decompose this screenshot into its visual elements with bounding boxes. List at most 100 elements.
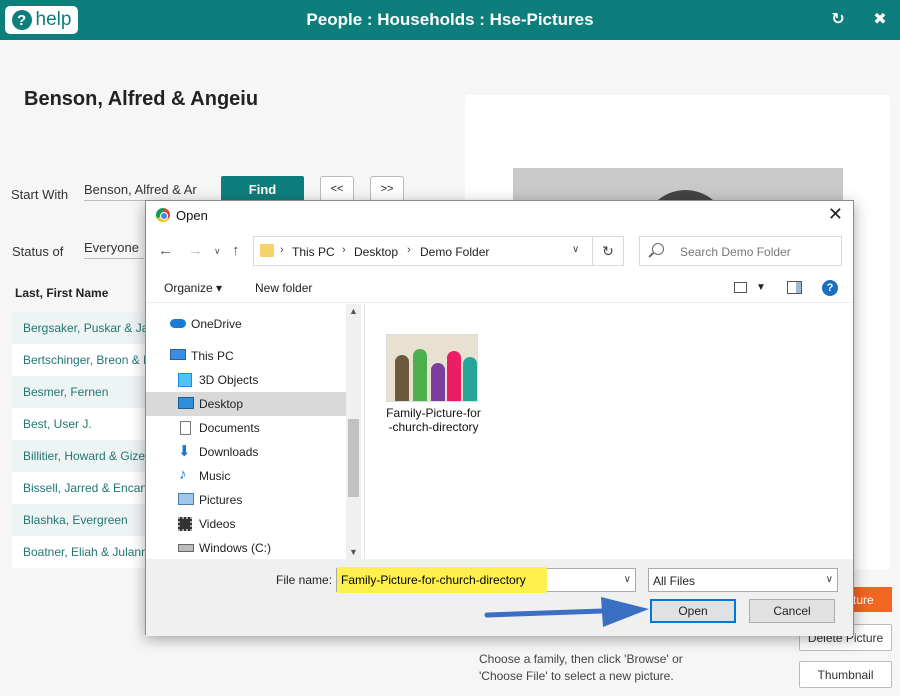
figure-shape — [463, 357, 477, 401]
tree-label: Videos — [199, 517, 236, 531]
forward-arrow-icon[interactable]: → — [188, 242, 203, 259]
organize-label: Organize — [164, 281, 213, 295]
open-file-dialog: Open ✕ ← → ∨ ↑ › This PC › Desktop › Dem… — [145, 200, 854, 636]
breadcrumb-this-pc[interactable]: This PC — [292, 245, 335, 259]
list-item[interactable]: Bissell, Jarred & Encanc — [12, 472, 152, 504]
tree-item-documents[interactable]: Documents — [146, 416, 346, 440]
download-icon: ⬇ — [178, 443, 191, 460]
tree-item-3d-objects[interactable]: 3D Objects — [146, 368, 346, 392]
annotation-arrow-icon — [484, 597, 649, 627]
tree-scrollbar[interactable]: ▲ ▼ — [346, 304, 361, 559]
folder-icon — [260, 244, 274, 257]
file-name-label: File name: — [276, 573, 333, 587]
tree-label: Windows (C:) — [199, 541, 272, 555]
file-thumbnail — [386, 334, 478, 402]
tree-item-windows-c[interactable]: Windows (C:) — [146, 536, 346, 559]
list-column-header: Last, First Name — [15, 286, 109, 300]
tree-label: Downloads — [199, 445, 259, 459]
file-name-input[interactable]: Family-Picture-for-church-directory ∨ — [336, 567, 636, 593]
address-bar[interactable]: › This PC › Desktop › Demo Folder ∨ — [253, 236, 593, 266]
dialog-title: Open — [176, 208, 208, 223]
tree-item-this-pc[interactable]: This PC — [146, 344, 346, 368]
thumbnail-button[interactable]: Thumbnail — [799, 661, 892, 688]
file-item[interactable]: Family-Picture-for-church-directory — [386, 334, 481, 434]
chevron-down-icon: ∨ — [825, 574, 833, 585]
scroll-down-icon[interactable]: ▼ — [346, 547, 361, 557]
tree-item-videos[interactable]: Videos — [146, 512, 346, 536]
cube-icon — [178, 373, 192, 387]
tree-item-pictures[interactable]: Pictures — [146, 488, 346, 512]
tree-label: OneDrive — [191, 317, 242, 331]
tree-item-music[interactable]: ♪ Music — [146, 464, 346, 488]
up-arrow-icon[interactable]: ↑ — [232, 242, 240, 259]
cloud-icon — [170, 319, 186, 328]
status-select[interactable]: Everyone — [84, 240, 144, 259]
chevron-down-icon[interactable]: ∨ — [624, 574, 631, 585]
tree-label: Desktop — [199, 397, 244, 411]
breadcrumb-demo-folder[interactable]: Demo Folder — [420, 245, 489, 259]
chevron-right-icon: › — [342, 244, 346, 256]
open-button[interactable]: Open — [650, 599, 736, 623]
figure-shape — [447, 351, 461, 401]
list-item[interactable]: Billitier, Howard & Gize — [12, 440, 152, 472]
tree-item-downloads[interactable]: ⬇ Downloads — [146, 440, 346, 464]
previous-button[interactable]: << — [320, 176, 354, 202]
dialog-title-bar: Open ✕ — [146, 201, 853, 231]
figure-shape — [413, 349, 427, 401]
list-item[interactable]: Boatner, Eliah & Julann — [12, 536, 152, 568]
list-item[interactable]: Blashka, Evergreen — [12, 504, 152, 536]
start-with-label: Start With — [11, 187, 69, 202]
list-item[interactable]: Bertschinger, Breon & N — [12, 344, 152, 376]
household-list: Bergsaker, Puskar & Jat Bertschinger, Br… — [12, 312, 152, 568]
organize-menu[interactable]: Organize ▾ — [164, 281, 222, 295]
help-icon[interactable]: ? — [822, 280, 838, 296]
start-with-input[interactable]: Benson, Alfred & Ar — [84, 182, 202, 201]
search-placeholder: Search Demo Folder — [680, 245, 791, 259]
refresh-icon[interactable]: ↻ — [593, 236, 624, 266]
chrome-icon — [156, 208, 170, 222]
view-options-icon[interactable] — [734, 282, 747, 293]
tree-label: 3D Objects — [199, 373, 259, 387]
scrollbar-thumb[interactable] — [348, 419, 359, 497]
tree-item-onedrive[interactable]: OneDrive — [146, 312, 346, 336]
scroll-up-icon[interactable]: ▲ — [346, 306, 361, 316]
dialog-toolbar: Organize ▾ New folder ▼ ? — [146, 273, 853, 303]
page-title: People : Households : Hse-Pictures — [306, 10, 594, 29]
breadcrumb-desktop[interactable]: Desktop — [354, 245, 398, 259]
file-type-select[interactable]: All Files ∨ — [648, 568, 838, 592]
search-input[interactable]: Search Demo Folder — [639, 236, 842, 266]
pictures-icon — [178, 493, 194, 505]
chevron-right-icon: › — [407, 244, 411, 256]
back-arrow-icon[interactable]: ← — [158, 242, 173, 259]
list-item[interactable]: Best, User J. — [12, 408, 152, 440]
tree-item-desktop[interactable]: Desktop — [146, 392, 346, 416]
file-name-value: Family-Picture-for-church-directory — [337, 567, 547, 593]
view-dropdown-icon[interactable]: ▼ — [756, 282, 766, 293]
figure-shape — [431, 363, 445, 401]
refresh-icon[interactable]: ↻ — [829, 9, 847, 29]
desktop-icon — [178, 397, 194, 409]
chevron-down-icon[interactable]: ∨ — [572, 244, 579, 255]
chevron-right-icon: › — [280, 244, 284, 256]
navigation-tree: OneDrive This PC 3D Objects Desktop Docu… — [146, 304, 361, 559]
new-folder-button[interactable]: New folder — [255, 281, 312, 295]
pane-divider[interactable] — [364, 304, 365, 559]
dialog-nav-row: ← → ∨ ↑ › This PC › Desktop › Demo Folde… — [146, 235, 853, 269]
video-icon — [178, 517, 192, 531]
tree-label: Music — [199, 469, 231, 483]
drive-icon — [178, 544, 194, 552]
list-item[interactable]: Bergsaker, Puskar & Jat — [12, 312, 152, 344]
tree-label: Documents — [199, 421, 260, 435]
list-item[interactable]: Besmer, Fernen — [12, 376, 152, 408]
close-icon[interactable]: ✖ — [871, 9, 889, 29]
find-button[interactable]: Find — [221, 176, 304, 203]
status-label: Status of — [12, 244, 64, 259]
tree-label: This PC — [191, 349, 234, 363]
cancel-button[interactable]: Cancel — [749, 599, 835, 623]
hint-text: Choose a family, then click 'Browse' or … — [479, 652, 683, 683]
recent-locations-icon[interactable]: ∨ — [214, 246, 221, 257]
figure-shape — [395, 355, 409, 401]
dialog-close-icon[interactable]: ✕ — [828, 204, 843, 225]
next-button[interactable]: >> — [370, 176, 404, 202]
preview-pane-icon[interactable] — [787, 281, 802, 294]
